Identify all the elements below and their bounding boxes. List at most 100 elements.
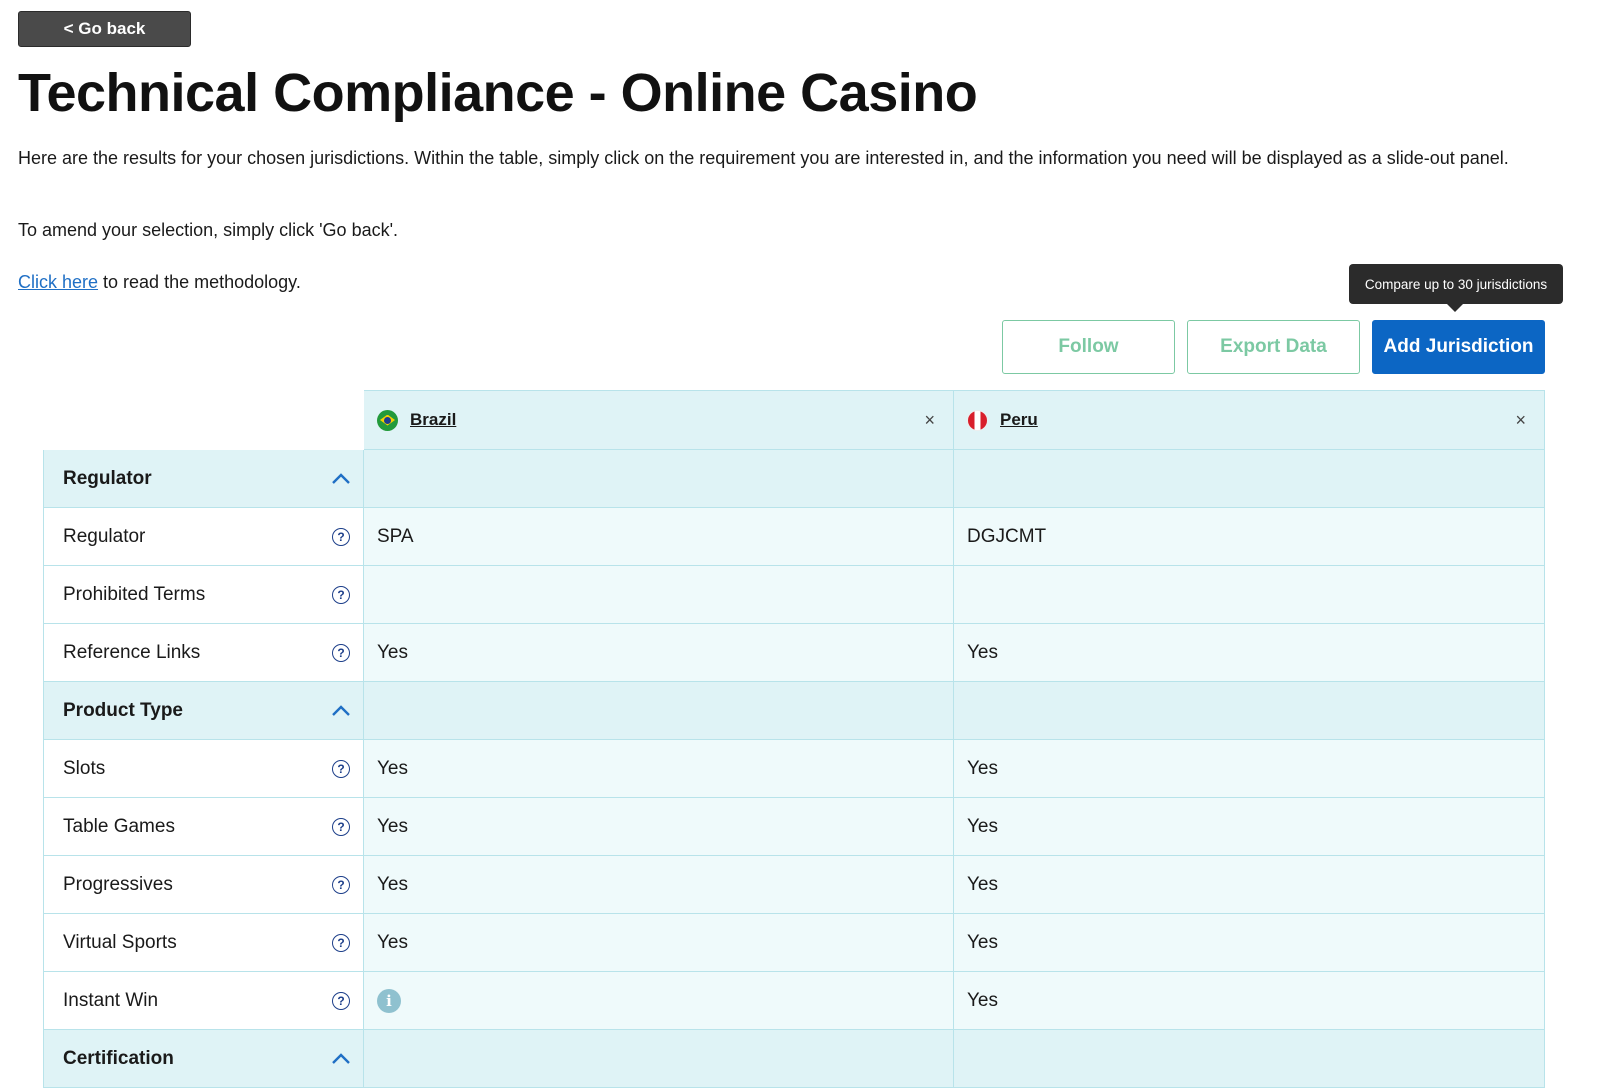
value-cell[interactable]: Yes (954, 798, 1545, 856)
value-text: Yes (967, 815, 998, 837)
requirement-name: Progressives (63, 873, 173, 895)
requirement-label[interactable]: Table Games ? (43, 798, 364, 856)
section-header[interactable]: Certification (43, 1030, 364, 1088)
value-text: Yes (377, 815, 408, 837)
requirement-label[interactable]: Instant Win ? (43, 972, 364, 1030)
peru-flag-icon (967, 409, 988, 431)
methodology-text: Click here to read the methodology. (18, 269, 301, 296)
header-spacer (43, 390, 364, 450)
jurisdiction-link-peru[interactable]: Peru (967, 409, 1038, 431)
value-cell[interactable] (364, 566, 954, 624)
requirement-label[interactable]: Prohibited Terms ? (43, 566, 364, 624)
section-row-product-type[interactable]: Product Type (43, 682, 1545, 740)
chevron-up-icon[interactable] (331, 1052, 351, 1065)
value-cell[interactable]: SPA (364, 508, 954, 566)
value-cell[interactable]: Yes (364, 914, 954, 972)
value-cell[interactable]: Yes (954, 856, 1545, 914)
methodology-link[interactable]: Click here (18, 272, 98, 292)
value-text: DGJCMT (967, 525, 1047, 547)
value-cell[interactable]: DGJCMT (954, 508, 1545, 566)
requirement-label[interactable]: Progressives ? (43, 856, 364, 914)
jurisdiction-header-brazil: Brazil × (364, 390, 954, 450)
value-text: Yes (967, 989, 998, 1011)
amend-text: To amend your selection, simply click 'G… (18, 220, 399, 240)
close-icon[interactable]: × (924, 410, 935, 431)
value-cell[interactable]: Yes (954, 624, 1545, 682)
value-cell[interactable]: Yes (364, 798, 954, 856)
table-row[interactable]: Virtual Sports ? Yes Yes (43, 914, 1545, 972)
requirement-label[interactable]: Reference Links ? (43, 624, 364, 682)
table-row[interactable]: Progressives ? Yes Yes (43, 856, 1545, 914)
value-cell[interactable]: i (364, 972, 954, 1030)
section-fill (954, 450, 1545, 508)
value-cell[interactable]: Yes (954, 972, 1545, 1030)
value-cell[interactable]: Yes (364, 624, 954, 682)
value-text: Yes (967, 931, 998, 953)
value-cell[interactable]: Yes (364, 856, 954, 914)
requirement-name: Prohibited Terms (63, 583, 206, 605)
table-row[interactable]: Slots ? Yes Yes (43, 740, 1545, 798)
jurisdiction-header-row: Brazil × Peru × (43, 390, 1545, 450)
section-title: Regulator (63, 467, 152, 489)
section-fill (364, 450, 954, 508)
help-icon[interactable]: ? (332, 817, 350, 836)
follow-button[interactable]: Follow (1002, 320, 1175, 374)
table-row[interactable]: Regulator ? SPA DGJCMT (43, 508, 1545, 566)
requirement-label[interactable]: Virtual Sports ? (43, 914, 364, 972)
chevron-up-icon[interactable] (331, 704, 351, 717)
info-icon[interactable]: i (377, 988, 401, 1013)
go-back-button[interactable]: < Go back (18, 11, 191, 47)
value-text: Yes (377, 931, 408, 953)
section-row-certification[interactable]: Certification (43, 1030, 1545, 1088)
section-header[interactable]: Product Type (43, 682, 364, 740)
export-data-button[interactable]: Export Data (1187, 320, 1360, 374)
value-text: Yes (377, 873, 408, 895)
help-icon[interactable]: ? (332, 933, 350, 952)
jurisdiction-link-brazil[interactable]: Brazil (377, 409, 456, 431)
compare-tooltip: Compare up to 30 jurisdictions (1349, 264, 1563, 304)
section-fill (364, 1030, 954, 1088)
requirement-name: Virtual Sports (63, 931, 177, 953)
section-fill (954, 1030, 1545, 1088)
requirement-name: Regulator (63, 525, 146, 547)
value-cell[interactable]: Yes (954, 740, 1545, 798)
table-row[interactable]: Instant Win ? i Yes (43, 972, 1545, 1030)
requirement-label[interactable]: Slots ? (43, 740, 364, 798)
requirement-label[interactable]: Regulator ? (43, 508, 364, 566)
value-text: Yes (377, 641, 408, 663)
requirement-name: Instant Win (63, 989, 159, 1011)
compliance-table: Brazil × Peru × Regulator Regulator ? SP… (43, 390, 1545, 1088)
table-row[interactable]: Table Games ? Yes Yes (43, 798, 1545, 856)
help-icon[interactable]: ? (332, 527, 350, 546)
value-text: Yes (967, 641, 998, 663)
value-text: Yes (967, 757, 998, 779)
jurisdiction-header-peru: Peru × (954, 390, 1545, 450)
methodology-rest: to read the methodology. (98, 272, 301, 292)
jurisdiction-name: Peru (1000, 410, 1038, 429)
intro-text: Here are the results for your chosen jur… (18, 148, 1509, 168)
section-title: Certification (63, 1047, 174, 1069)
requirement-name: Reference Links (63, 641, 201, 663)
close-icon[interactable]: × (1515, 410, 1526, 431)
value-cell[interactable] (954, 566, 1545, 624)
help-icon[interactable]: ? (332, 585, 350, 604)
value-text: Yes (377, 757, 408, 779)
value-cell[interactable]: Yes (364, 740, 954, 798)
table-row[interactable]: Reference Links ? Yes Yes (43, 624, 1545, 682)
help-icon[interactable]: ? (332, 991, 350, 1010)
section-title: Product Type (63, 699, 183, 721)
tooltip-arrow (1447, 304, 1463, 312)
help-icon[interactable]: ? (332, 875, 350, 894)
help-icon[interactable]: ? (332, 759, 350, 778)
help-icon[interactable]: ? (332, 643, 350, 662)
section-fill (954, 682, 1545, 740)
brazil-flag-icon (377, 409, 398, 431)
add-jurisdiction-button[interactable]: Add Jurisdiction (1372, 320, 1545, 374)
table-row[interactable]: Prohibited Terms ? (43, 566, 1545, 624)
section-row-regulator[interactable]: Regulator (43, 450, 1545, 508)
value-cell[interactable]: Yes (954, 914, 1545, 972)
section-fill (364, 682, 954, 740)
value-text: SPA (377, 525, 414, 547)
section-header[interactable]: Regulator (43, 450, 364, 508)
chevron-up-icon[interactable] (331, 472, 351, 485)
